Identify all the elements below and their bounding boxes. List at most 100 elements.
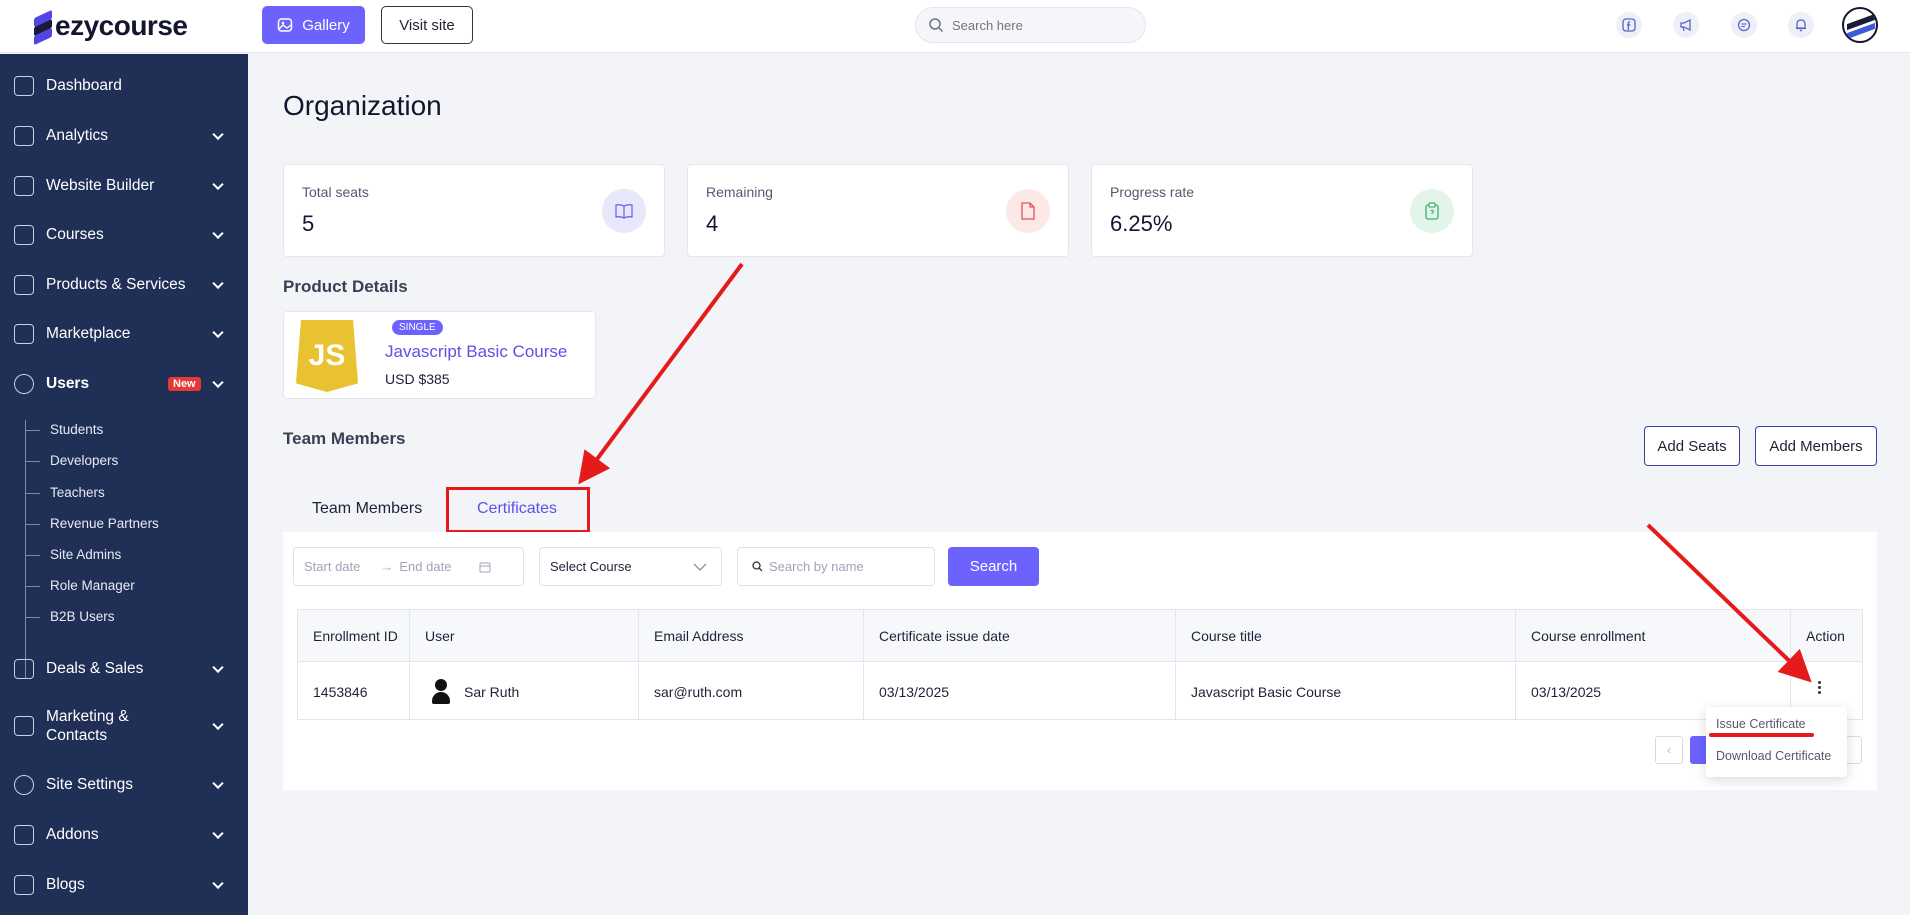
sidebar-item-label: Products & Services — [46, 276, 186, 293]
bell-icon[interactable] — [1788, 12, 1814, 38]
stat-card-progress-rate: Progress rate 6.25% — [1091, 164, 1473, 257]
chevron-down-icon — [212, 227, 224, 240]
sidebar: Dashboard Analytics Website Builder Cour… — [0, 54, 248, 915]
stat-value: 5 — [302, 211, 315, 236]
sub-item-students[interactable]: Students — [25, 422, 103, 437]
facebook-icon[interactable] — [1616, 12, 1642, 38]
end-date-placeholder: End date — [399, 559, 452, 574]
stat-card-remaining: Remaining 4 — [687, 164, 1069, 257]
sidebar-item-courses[interactable]: Courses — [0, 218, 248, 252]
sidebar-item-site-settings[interactable]: Site Settings — [0, 768, 248, 802]
course-select-value: Select Course — [550, 559, 632, 574]
sidebar-item-marketplace[interactable]: Marketplace — [0, 317, 248, 351]
add-seats-button[interactable]: Add Seats — [1644, 426, 1740, 466]
ezycourse-logo[interactable]: ezycourse — [34, 9, 188, 46]
chat-icon[interactable] — [1731, 12, 1757, 38]
sidebar-item-label: Courses — [46, 226, 104, 243]
product-price: USD $385 — [385, 371, 450, 387]
teacher-icon — [14, 225, 34, 245]
gallery-label: Gallery — [302, 16, 350, 34]
sidebar-item-label: Marketing & Contacts — [46, 708, 129, 744]
name-search-field[interactable]: Search by name — [737, 547, 935, 586]
page-title: Organization — [283, 90, 442, 121]
sub-item-revenue-partners[interactable]: Revenue Partners — [26, 516, 159, 531]
top-bar: ezycourse Gallery Visit site — [0, 0, 1910, 53]
product-card[interactable]: JS SINGLE Javascript Basic Course USD $3… — [283, 311, 596, 399]
sidebar-item-label: Addons — [46, 826, 99, 843]
cell-email: sar@ruth.com — [639, 663, 864, 720]
sidebar-item-products-services[interactable]: Products & Services — [0, 268, 248, 302]
stat-label: Progress rate — [1110, 184, 1195, 200]
sidebar-item-marketing-contacts[interactable]: Marketing & Contacts — [0, 704, 248, 748]
sidebar-item-label: Analytics — [46, 127, 109, 144]
sidebar-item-deals-sales[interactable]: Deals & Sales — [0, 652, 248, 686]
user-avatar-icon — [430, 678, 452, 705]
sidebar-item-blogs[interactable]: Blogs — [0, 868, 248, 902]
file-icon — [1006, 189, 1050, 233]
add-members-button[interactable]: Add Members — [1755, 426, 1877, 466]
sidebar-item-addons[interactable]: Addons — [0, 818, 248, 852]
sidebar-item-website-builder[interactable]: Website Builder — [0, 169, 248, 203]
product-details-heading: Product Details — [283, 277, 408, 296]
sidebar-item-users[interactable]: Users New — [0, 367, 248, 401]
sidebar-item-label: Users — [46, 375, 90, 392]
user-name: Sar Ruth — [464, 683, 520, 700]
sidebar-item-label: Deals & Sales — [46, 660, 144, 677]
sidebar-item-label: Website Builder — [46, 177, 155, 194]
action-dropdown-menu: Issue Certificate Download Certificate — [1706, 707, 1847, 777]
sub-item-b2b-users[interactable]: B2B Users — [26, 609, 115, 624]
global-search-input[interactable] — [952, 17, 1122, 33]
chevron-down-icon — [212, 877, 224, 890]
search-icon — [752, 561, 763, 572]
blog-icon — [14, 875, 34, 895]
sidebar-item-analytics[interactable]: Analytics — [0, 119, 248, 153]
sub-item-developers[interactable]: Developers — [25, 453, 118, 468]
sub-item-teachers[interactable]: Teachers — [26, 485, 105, 500]
tab-team-members[interactable]: Team Members — [312, 500, 422, 518]
search-icon — [929, 18, 944, 33]
logo-mark-icon — [34, 9, 52, 46]
cell-user: Sar Ruth — [410, 663, 639, 720]
megaphone-icon — [14, 716, 34, 736]
col-header-enrollment-id: Enrollment ID — [298, 610, 410, 661]
submenu-line — [25, 420, 26, 678]
gallery-button[interactable]: Gallery — [262, 6, 365, 44]
annotation-highlight-box — [446, 487, 590, 533]
product-title[interactable]: Javascript Basic Course — [385, 342, 567, 362]
search-button[interactable]: Search — [948, 547, 1039, 586]
visit-site-button[interactable]: Visit site — [381, 6, 473, 44]
chevron-up-icon — [212, 376, 224, 389]
issue-certificate-menu-item[interactable]: Issue Certificate — [1716, 717, 1806, 731]
global-search[interactable] — [915, 7, 1146, 43]
table-row: 1453846 Sar Ruth sar@ruth.com 03/13/2025… — [298, 663, 1862, 720]
box-icon — [14, 275, 34, 295]
chevron-left-icon: ‹ — [1667, 743, 1671, 757]
pagination-prev-button[interactable]: ‹ — [1655, 736, 1683, 764]
new-badge: New — [168, 377, 201, 391]
gallery-icon — [277, 18, 293, 32]
sub-item-role-manager[interactable]: Role Manager — [26, 578, 135, 593]
users-icon — [14, 374, 34, 394]
sidebar-item-label: Dashboard — [46, 77, 122, 94]
course-select[interactable]: Select Course — [539, 547, 722, 586]
store-icon — [14, 324, 34, 344]
sidebar-item-label: Marketplace — [46, 325, 131, 342]
chevron-down-icon — [212, 827, 224, 840]
row-actions-kebab-icon[interactable] — [1818, 681, 1821, 694]
date-range-picker[interactable]: Start date → End date — [293, 547, 524, 586]
chevron-down-icon — [212, 326, 224, 339]
logo-text: ezycourse — [55, 10, 188, 41]
download-certificate-menu-item[interactable]: Download Certificate — [1716, 749, 1831, 763]
chevron-down-icon — [212, 128, 224, 141]
cell-enrollment-id: 1453846 — [298, 663, 410, 720]
cell-issue-date: 03/13/2025 — [864, 663, 1176, 720]
name-search-placeholder: Search by name — [769, 559, 864, 574]
sidebar-item-dashboard[interactable]: Dashboard — [0, 69, 248, 103]
sidebar-item-label: Site Settings — [46, 776, 134, 793]
sub-item-site-admins[interactable]: Site Admins — [25, 547, 121, 562]
stat-label: Remaining — [706, 184, 773, 200]
grid-icon — [14, 76, 34, 96]
tag-icon — [14, 659, 34, 679]
megaphone-icon[interactable] — [1673, 12, 1699, 38]
profile-avatar[interactable] — [1842, 7, 1878, 43]
